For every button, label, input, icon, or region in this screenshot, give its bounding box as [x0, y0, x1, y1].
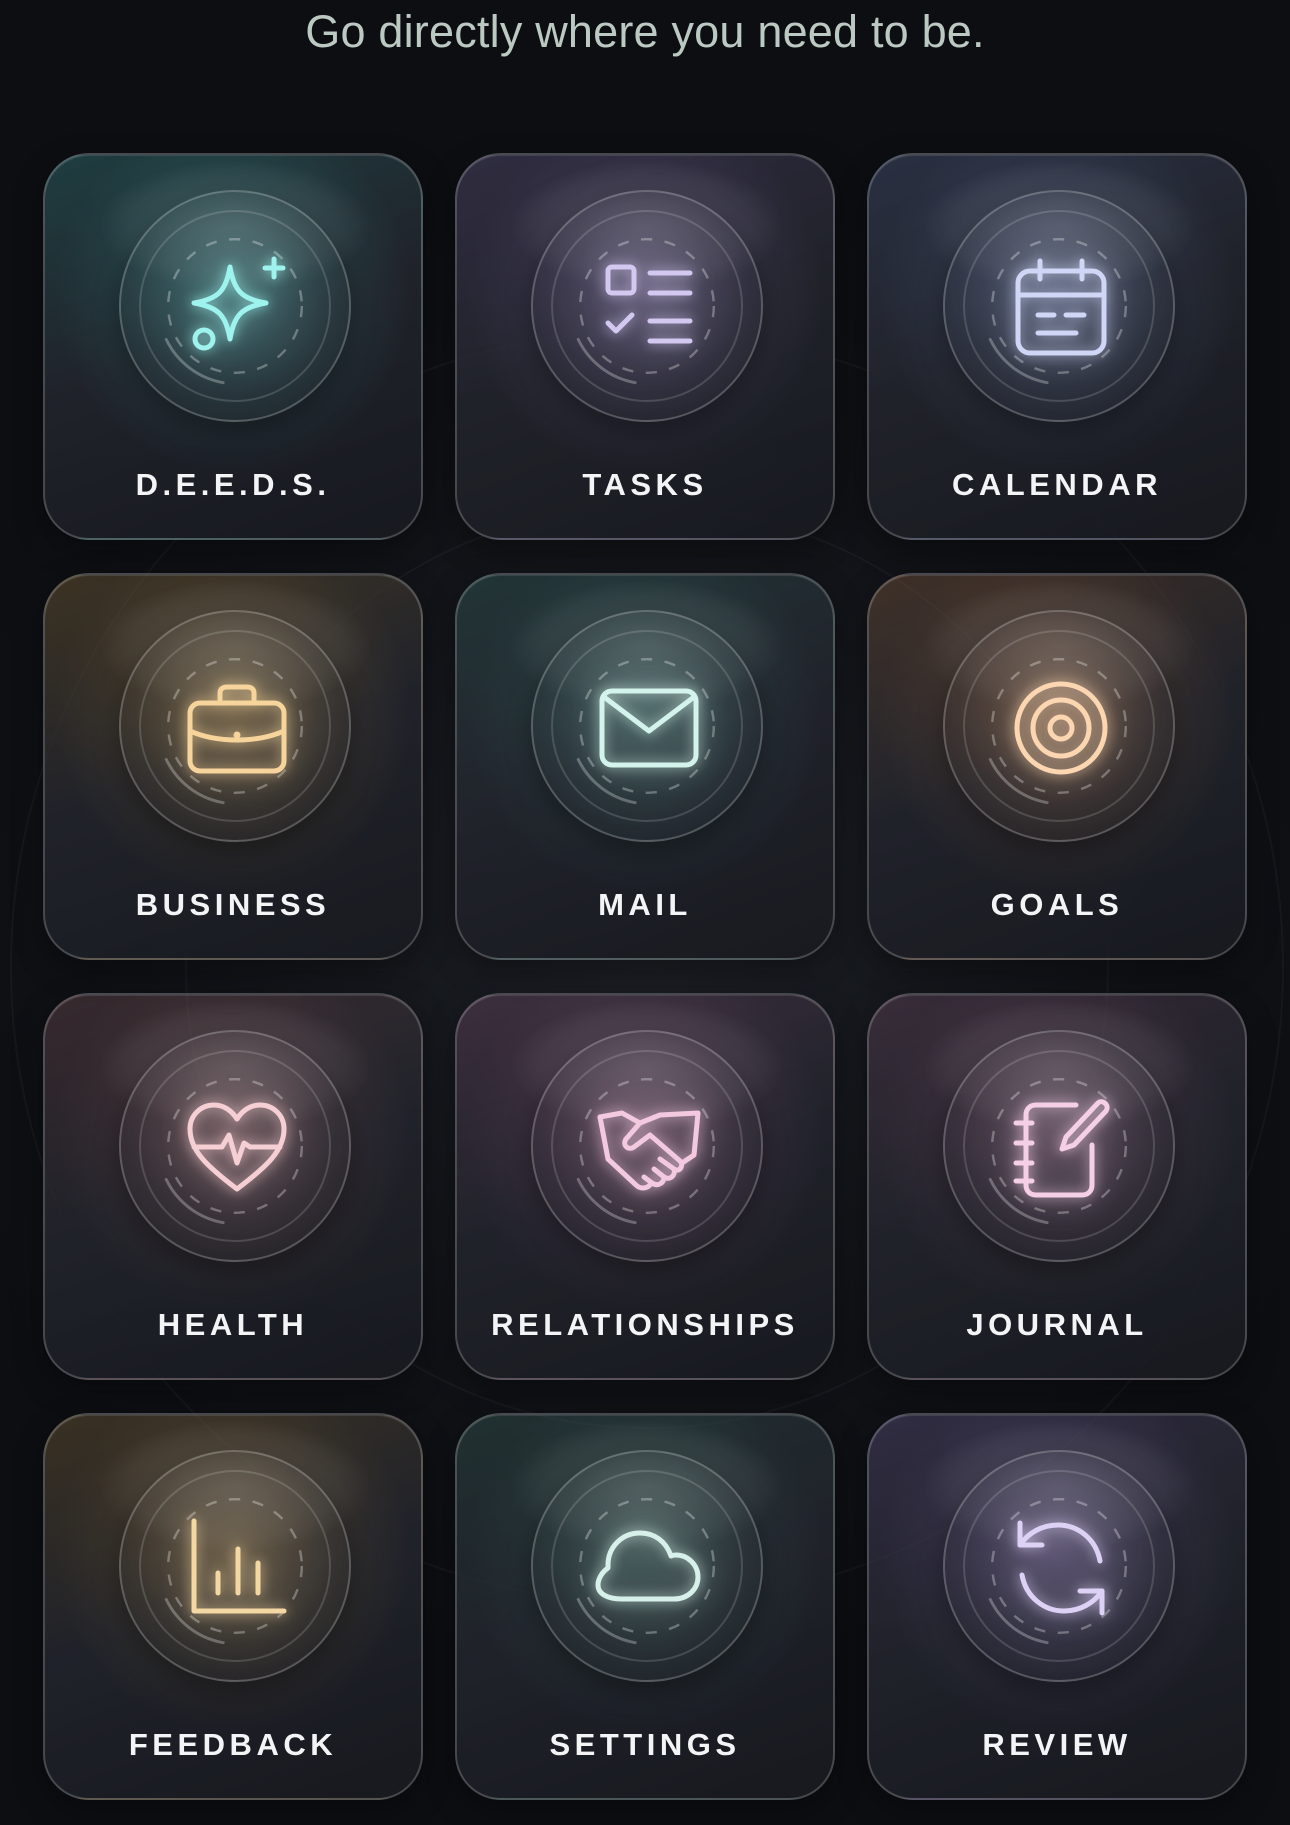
sparkle-icon	[191, 256, 286, 351]
target-icon	[1014, 681, 1108, 775]
tile-mail[interactable]: MAIL	[455, 573, 835, 960]
icon-medallion	[531, 1030, 763, 1262]
icon-medallion	[943, 610, 1175, 842]
mail-icon	[599, 688, 699, 768]
tile-calendar[interactable]: CALENDAR	[867, 153, 1247, 540]
tile-label: JOURNAL	[966, 1307, 1148, 1342]
handshake-icon	[597, 1110, 701, 1191]
refresh-icon	[1017, 1520, 1105, 1616]
icon-medallion	[119, 1030, 351, 1262]
tile-journal[interactable]: JOURNAL	[867, 993, 1247, 1380]
tile-relationships[interactable]: RELATIONSHIPS	[455, 993, 835, 1380]
calendar-icon	[1015, 258, 1107, 356]
tile-label: GOALS	[990, 887, 1124, 922]
tile-label: HEALTH	[157, 1307, 309, 1342]
tile-label: RELATIONSHIPS	[491, 1307, 799, 1342]
tile-deeds[interactable]: D.E.E.D.S.	[43, 153, 423, 540]
tile-review[interactable]: REVIEW	[867, 1413, 1247, 1800]
bar-chart-icon	[191, 1518, 287, 1614]
tile-label: BUSINESS	[135, 887, 331, 922]
cloud-icon	[595, 1530, 701, 1602]
icon-medallion	[531, 1450, 763, 1682]
tile-tasks[interactable]: TASKS	[455, 153, 835, 540]
tile-label: MAIL	[598, 887, 692, 922]
icon-medallion	[531, 190, 763, 422]
notebook-pen-icon	[1013, 1099, 1110, 1198]
tile-label: CALENDAR	[952, 467, 1162, 502]
tile-goals[interactable]: GOALS	[867, 573, 1247, 960]
icon-medallion	[943, 190, 1175, 422]
icon-medallion	[119, 190, 351, 422]
destination-grid: D.E.E.D.S. TASKS CALENDAR BUSINESS MAIL …	[43, 153, 1247, 1800]
tile-settings[interactable]: SETTINGS	[455, 1413, 835, 1800]
tile-label: D.E.E.D.S.	[135, 467, 331, 502]
heart-pulse-icon	[187, 1102, 287, 1192]
icon-medallion	[531, 610, 763, 842]
tile-label: REVIEW	[982, 1727, 1132, 1762]
tile-feedback[interactable]: FEEDBACK	[43, 1413, 423, 1800]
icon-medallion	[943, 1030, 1175, 1262]
tile-label: SETTINGS	[549, 1727, 741, 1762]
checklist-icon	[605, 264, 693, 344]
icon-medallion	[119, 610, 351, 842]
icon-medallion	[943, 1450, 1175, 1682]
tile-health[interactable]: HEALTH	[43, 993, 423, 1380]
briefcase-icon	[187, 684, 287, 774]
page-subtitle: Go directly where you need to be.	[305, 6, 985, 57]
tile-business[interactable]: BUSINESS	[43, 573, 423, 960]
tile-label: FEEDBACK	[128, 1727, 338, 1762]
icon-medallion	[119, 1450, 351, 1682]
tile-label: TASKS	[582, 467, 708, 502]
launcher-screen: Go directly where you need to be. D.E.E.…	[0, 0, 1290, 1825]
